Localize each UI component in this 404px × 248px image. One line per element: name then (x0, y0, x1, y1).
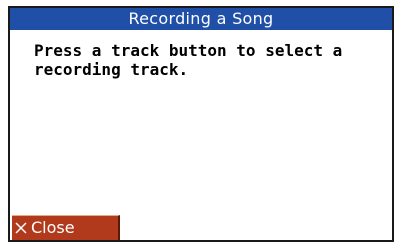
dialog-title: Recording a Song (10, 8, 392, 30)
close-button[interactable]: Close (12, 215, 120, 240)
recording-dialog: Recording a Song Press a track button to… (8, 6, 394, 242)
close-icon (14, 221, 28, 235)
dialog-message: Press a track button to select a recordi… (34, 41, 343, 79)
close-button-label: Close (31, 218, 75, 237)
